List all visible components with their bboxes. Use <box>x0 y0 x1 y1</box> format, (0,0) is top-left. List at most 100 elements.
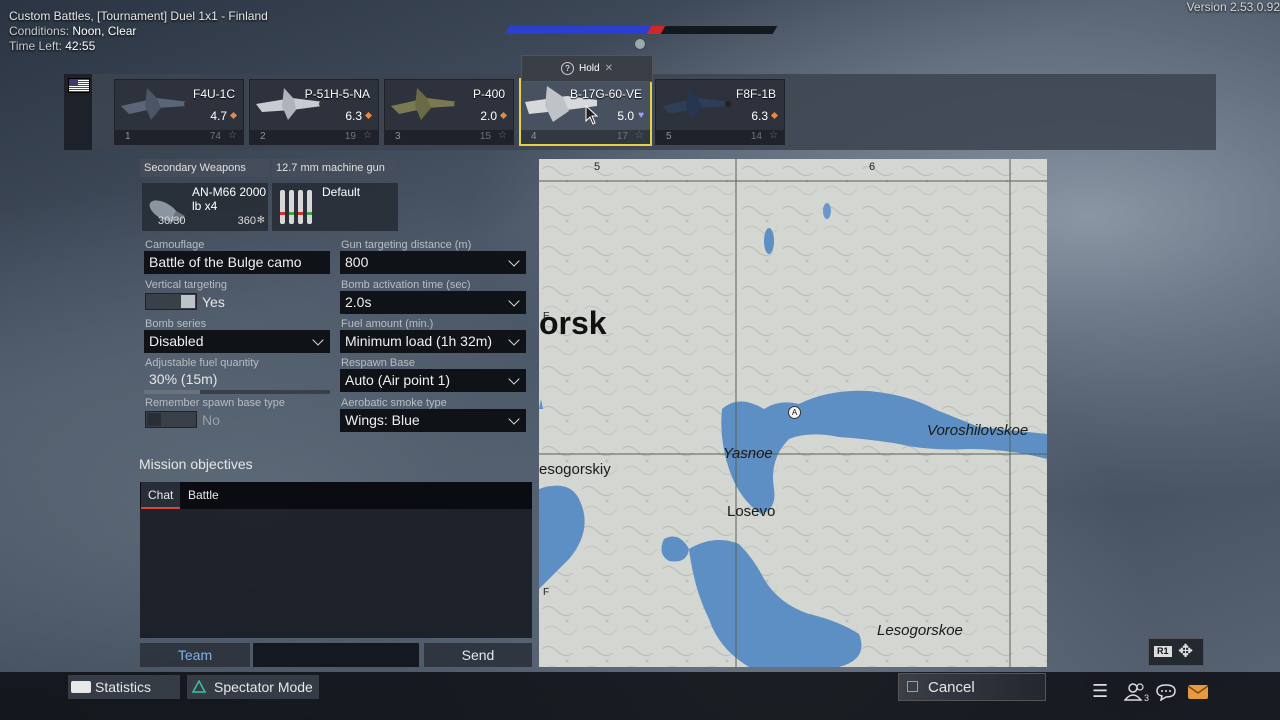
statistics-button[interactable]: Statistics <box>68 675 180 699</box>
slot-count: 17 <box>616 131 628 142</box>
slot-footer: 1 74 ☆ <box>115 130 243 144</box>
list-icon[interactable]: ☰ <box>1092 681 1108 702</box>
vehicle-slot-3[interactable]: P-400 2.0 3 15 ☆ <box>384 79 514 145</box>
gear-icon: ✻ <box>256 215 265 226</box>
send-button[interactable]: Send <box>424 643 532 667</box>
camouflage-label: Camouflage <box>145 239 205 251</box>
bomb-time-dropdown[interactable]: 2.0s <box>340 291 526 314</box>
spectator-mode-label: Spectator Mode <box>214 679 313 695</box>
battle-rating: 2.0 <box>480 109 497 123</box>
map-label-voroshilovskoe: Voroshilovskoe <box>927 422 1029 439</box>
adjustable-fuel-value: 30% (15m) <box>149 371 218 387</box>
team-button[interactable]: Team <box>140 643 250 667</box>
slot-number: 2 <box>260 131 266 142</box>
version-label: Version 2.53.0.92 <box>1186 0 1280 14</box>
slot-footer: 3 15 ☆ <box>385 130 513 144</box>
battle-rating: 4.7 <box>210 109 227 123</box>
tab-battle[interactable]: Battle <box>181 482 226 509</box>
slot-count: 74 <box>209 131 221 142</box>
gun-distance-label: Gun targeting distance (m) <box>341 239 472 251</box>
bomb-name-line1: AN-M66 2000 <box>192 185 267 199</box>
belt-weapon-card[interactable]: Default <box>272 183 398 231</box>
bomb-ammo: 30/30 <box>158 215 186 227</box>
gun-distance-value: 800 <box>345 254 369 270</box>
time-left-row: Time Left: 42:55 <box>9 39 268 54</box>
grid-row-f: F <box>543 587 550 598</box>
remember-spawn-value: No <box>202 412 220 428</box>
time-left-label: Time Left: <box>9 39 62 53</box>
fuel-amount-dropdown[interactable]: Minimum load (1h 32m) <box>340 330 526 353</box>
map-label-lesogorskiy: esogorskiy <box>539 461 611 478</box>
battle-rating: 6.3 <box>345 109 362 123</box>
timer-dot-icon <box>634 38 646 50</box>
chevron-down-icon <box>508 295 520 307</box>
chevron-down-icon <box>312 334 324 346</box>
move-arrows-icon: ✥ <box>1178 641 1194 661</box>
respawn-base-value: Auto (Air point 1) <box>345 372 451 388</box>
star-icon: ☆ <box>498 130 507 141</box>
respawn-base-dropdown[interactable]: Auto (Air point 1) <box>340 369 526 392</box>
tab-secondary-weapons[interactable]: Secondary Weapons <box>140 159 270 177</box>
vehicle-slot-2[interactable]: P-51H-5-NA 6.3 2 19 ☆ <box>249 79 379 145</box>
toggle-knob <box>181 295 195 308</box>
smoke-type-label: Aerobatic smoke type <box>341 397 447 409</box>
r1-label: R1 <box>1154 646 1172 657</box>
conditions-value: Noon, Clear <box>72 24 137 38</box>
smoke-type-dropdown[interactable]: Wings: Blue <box>340 409 526 432</box>
star-icon: ☆ <box>769 130 778 141</box>
chevron-down-icon <box>508 255 520 267</box>
cancel-button[interactable]: Cancel <box>898 673 1046 701</box>
vehicle-name: F4U-1C <box>192 87 235 101</box>
slot-number: 3 <box>395 131 401 142</box>
chat-input[interactable] <box>253 643 419 667</box>
mission-info: Custom Battles, [Tournament] Duel 1x1 - … <box>9 9 268 54</box>
camouflage-field[interactable]: Battle of the Bulge camo <box>144 251 330 274</box>
rank-diamond-icon <box>499 111 508 120</box>
rank-diamond-icon <box>364 111 373 120</box>
star-icon: ☆ <box>228 130 237 141</box>
map-label-losevo: Losevo <box>727 503 776 520</box>
cancel-label: Cancel <box>928 679 975 696</box>
triangle-icon <box>192 680 206 693</box>
help-icon: ? <box>561 62 575 75</box>
vehicle-name: B-17G-60-VE <box>569 87 642 101</box>
tab-chat[interactable]: Chat <box>141 482 181 509</box>
mail-icon[interactable] <box>1187 684 1209 700</box>
tab-machine-gun[interactable]: 12.7 mm machine gun <box>272 159 398 177</box>
mission-objectives-heading: Mission objectives <box>139 456 253 472</box>
grid-column-5: 5 <box>594 161 601 173</box>
bomb-weapon-card[interactable]: AN-M66 2000 lb x4 30/30 360 ✻ <box>142 183 268 231</box>
hold-tooltip: ? Hold ✕ <box>521 55 653 82</box>
team-score-bar <box>504 26 778 34</box>
close-icon[interactable]: ✕ <box>605 63 613 74</box>
slot-number: 5 <box>666 131 672 142</box>
belt-name: Default <box>322 185 361 199</box>
bomb-series-dropdown[interactable]: Disabled <box>144 330 330 353</box>
vehicle-slot-5[interactable]: F8F-1B 6.3 5 14 ☆ <box>655 79 785 145</box>
vehicle-name: P-400 <box>472 87 505 101</box>
rank-diamond-icon <box>229 111 238 120</box>
square-icon <box>907 681 918 692</box>
vertical-targeting-toggle[interactable] <box>145 293 197 310</box>
chevron-down-icon <box>508 334 520 346</box>
rank-diamond-icon <box>770 111 779 120</box>
chat-bubble-icon[interactable] <box>1155 683 1177 701</box>
fuel-amount-label: Fuel amount (min.) <box>341 318 434 330</box>
tactical-map[interactable]: 5 6 E F orsk Yasnoe Losevo esogorskiy Vo… <box>539 159 1047 667</box>
adjustable-fuel-label: Adjustable fuel quantity <box>145 357 259 369</box>
touchpad-icon <box>71 681 91 693</box>
spectator-mode-button[interactable]: Spectator Mode <box>187 675 319 699</box>
adjustable-fuel-slider[interactable] <box>144 390 330 394</box>
smoke-type-value: Wings: Blue <box>345 412 420 428</box>
fighter-plane-icon <box>391 88 460 120</box>
battle-rating: 5.0 <box>617 109 634 123</box>
chevron-down-icon <box>508 373 520 385</box>
slot-count: 15 <box>479 131 491 142</box>
gun-distance-dropdown[interactable]: 800 <box>340 251 526 274</box>
conditions-row: Conditions: Noon, Clear <box>9 24 268 39</box>
mission-title: Custom Battles, [Tournament] Duel 1x1 - … <box>9 9 268 23</box>
vehicle-slot-1[interactable]: F4U-1C 4.7 1 74 ☆ <box>114 79 244 145</box>
remember-spawn-toggle[interactable] <box>145 411 197 428</box>
airfield-marker[interactable]: A <box>788 406 801 419</box>
slot-number: 1 <box>125 131 131 142</box>
